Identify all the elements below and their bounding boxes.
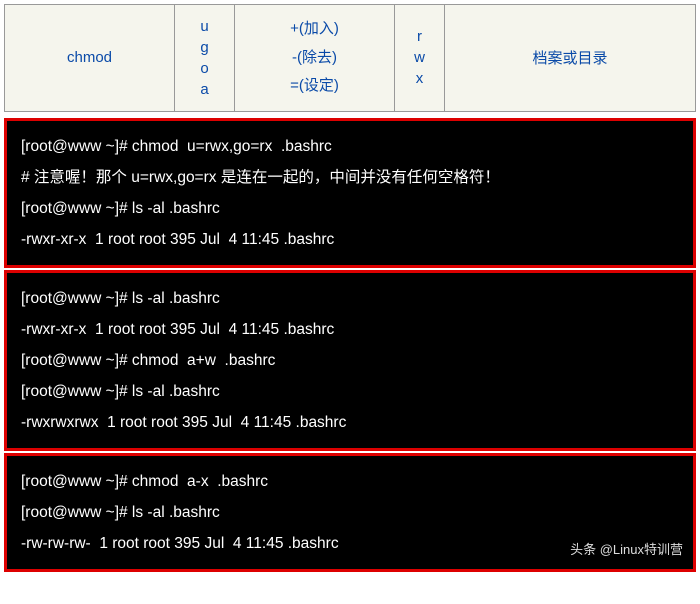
perm-r: r bbox=[407, 26, 432, 47]
syntax-operator-cell: +(加入) -(除去) =(设定) bbox=[235, 5, 395, 112]
terminal-line: [root@www ~]# chmod a-x .bashrc bbox=[21, 466, 683, 497]
terminal-line: [root@www ~]# ls -al .bashrc bbox=[21, 193, 683, 224]
op-equal: =(设定) bbox=[247, 72, 382, 101]
perm-x: x bbox=[407, 68, 432, 89]
who-g: g bbox=[187, 37, 222, 58]
terminal-line: [root@www ~]# ls -al .bashrc bbox=[21, 283, 683, 314]
who-o: o bbox=[187, 58, 222, 79]
syntax-who-cell: u g o a bbox=[175, 5, 235, 112]
terminal-line: [root@www ~]# ls -al .bashrc bbox=[21, 497, 683, 528]
syntax-target-cell: 档案或目录 bbox=[445, 5, 696, 112]
who-u: u bbox=[187, 16, 222, 37]
syntax-command-cell: chmod bbox=[5, 5, 175, 112]
perm-w: w bbox=[407, 47, 432, 68]
who-a: a bbox=[187, 79, 222, 100]
terminal-line: -rwxr-xr-x 1 root root 395 Jul 4 11:45 .… bbox=[21, 314, 683, 345]
syntax-perm-cell: r w x bbox=[395, 5, 445, 112]
terminal-line: # 注意喔！那个 u=rwx,go=rx 是连在一起的，中间并没有任何空格符！ bbox=[21, 162, 683, 193]
op-minus: -(除去) bbox=[247, 44, 382, 73]
op-plus: +(加入) bbox=[247, 15, 382, 44]
terminal-block-1: [root@www ~]# chmod u=rwx,go=rx .bashrc … bbox=[4, 118, 696, 268]
terminal-block-2: [root@www ~]# ls -al .bashrc -rwxr-xr-x … bbox=[4, 270, 696, 451]
terminal-line: [root@www ~]# chmod u=rwx,go=rx .bashrc bbox=[21, 131, 683, 162]
terminal-line: [root@www ~]# ls -al .bashrc bbox=[21, 376, 683, 407]
terminal-line: -rwxr-xr-x 1 root root 395 Jul 4 11:45 .… bbox=[21, 224, 683, 255]
chmod-syntax-table: chmod u g o a +(加入) -(除去) =(设定) r w x 档案… bbox=[4, 4, 696, 112]
terminal-group: [root@www ~]# chmod u=rwx,go=rx .bashrc … bbox=[4, 118, 696, 572]
terminal-line: [root@www ~]# chmod a+w .bashrc bbox=[21, 345, 683, 376]
terminal-block-3: [root@www ~]# chmod a-x .bashrc [root@ww… bbox=[4, 453, 696, 572]
watermark-text: 头条 @Linux特训营 bbox=[570, 537, 683, 563]
terminal-line: -rwxrwxrwx 1 root root 395 Jul 4 11:45 .… bbox=[21, 407, 683, 438]
